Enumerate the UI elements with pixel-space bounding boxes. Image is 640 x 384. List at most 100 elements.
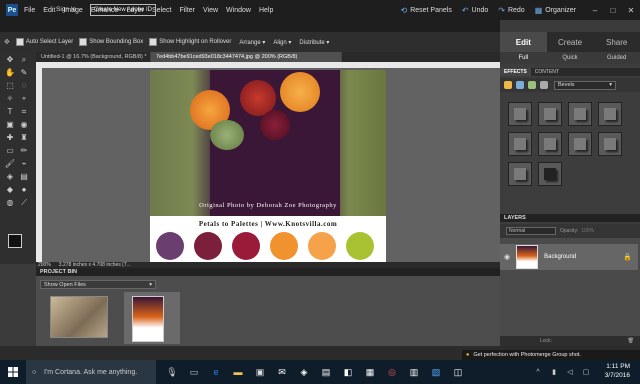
sign-in-link[interactable]: Sign In [56, 6, 76, 13]
all-effects-icon[interactable] [540, 81, 548, 89]
visibility-eye-icon[interactable]: ◉ [504, 253, 510, 261]
document-image[interactable]: Original Photo by Deborah Zoe Photograph… [150, 70, 386, 264]
tray-chevron-icon[interactable]: ^ [530, 364, 546, 380]
selection-brush-icon[interactable]: ⚬ [18, 93, 30, 104]
start-button[interactable] [0, 360, 26, 384]
bevel-thumb-10[interactable] [538, 162, 562, 186]
bevel-thumb-8[interactable] [598, 132, 622, 156]
sponge-icon[interactable]: ◍ [4, 197, 16, 208]
hand-icon[interactable]: ✋ [4, 67, 16, 78]
undo-button[interactable]: ↶ Undo [462, 6, 488, 15]
network-icon[interactable]: ▮ [546, 364, 562, 380]
effects-dropdown[interactable]: Bevels ▾ [554, 80, 616, 90]
layer-row-background[interactable]: ◉ Background 🔒 [500, 244, 638, 270]
menu-edit[interactable]: Edit [43, 7, 55, 14]
create-adobe-id-button[interactable]: Create New Adobe ID [90, 4, 156, 16]
tab-quick[interactable]: Quick [547, 52, 594, 64]
menu-file[interactable]: File [24, 7, 35, 14]
delete-layer-icon[interactable]: 🗑 [628, 338, 634, 344]
app-icon-6[interactable]: ◫ [450, 364, 466, 380]
menu-window[interactable]: Window [226, 7, 251, 14]
project-bin-dropdown[interactable]: Show Open Files ▾ [40, 280, 156, 289]
task-view-icon[interactable]: ▭ [186, 364, 202, 380]
app-icon-1[interactable]: ◈ [296, 364, 312, 380]
photoshop-elements-icon[interactable]: ▧ [428, 364, 444, 380]
bevel-thumb-7[interactable] [568, 132, 592, 156]
pencil-icon[interactable]: ✏ [18, 145, 30, 156]
tab-create[interactable]: Create [547, 32, 594, 52]
reset-panels-button[interactable]: ⟲ Reset Panels [400, 6, 451, 15]
bevel-thumb-4[interactable] [598, 102, 622, 126]
healing-icon[interactable]: ✚ [4, 132, 16, 143]
bevel-thumb-2[interactable] [538, 102, 562, 126]
recompose-icon[interactable]: ▣ [4, 119, 16, 130]
redo-button[interactable]: ↷ Redo [498, 6, 524, 15]
doc-tab-photo[interactable]: 7ed4bb47be91ced93e018c3447474.jpg @ 200%… [151, 52, 342, 62]
redeye-icon[interactable]: ◉ [18, 119, 30, 130]
filters-icon[interactable] [504, 81, 512, 89]
foreground-color-swatch[interactable] [8, 234, 22, 248]
paint-bucket-icon[interactable]: ◈ [4, 171, 16, 182]
crop-icon[interactable]: ⌗ [18, 106, 30, 117]
app-icon-2[interactable]: ▤ [318, 364, 334, 380]
edge-icon[interactable]: e [208, 364, 224, 380]
tab-effects[interactable]: EFFECTS [500, 68, 531, 76]
volume-icon[interactable]: ◁ [562, 364, 578, 380]
distribute-dropdown[interactable]: Distribute ▾ [299, 39, 329, 46]
gradient-icon[interactable]: ▤ [18, 171, 30, 182]
lasso-icon[interactable]: ◌ [18, 80, 30, 91]
bin-thumbnail-photo[interactable] [132, 296, 164, 342]
eraser-icon[interactable]: ▭ [4, 145, 16, 156]
app-icon-4[interactable]: ▦ [362, 364, 378, 380]
mail-icon[interactable]: ✉ [274, 364, 290, 380]
opacity-field[interactable]: 100% [581, 228, 594, 234]
bevel-thumb-6[interactable] [538, 132, 562, 156]
bevel-thumb-9[interactable] [508, 162, 532, 186]
blur-icon[interactable]: ● [18, 184, 30, 195]
close-button[interactable]: ✕ [622, 6, 640, 15]
menu-help[interactable]: Help [259, 7, 273, 14]
bevel-thumb-3[interactable] [568, 102, 592, 126]
doc-tab-untitled[interactable]: Untitled-1 @ 16.7% (Background, RGB/8) * [36, 52, 151, 62]
maximize-button[interactable]: □ [604, 6, 622, 15]
zoom-icon[interactable]: ⌕ [18, 54, 30, 65]
blend-mode-dropdown[interactable]: Normal [506, 227, 556, 235]
tab-content[interactable]: CONTENT [531, 68, 563, 76]
menu-filter[interactable]: Filter [179, 7, 195, 14]
organizer-button[interactable]: ▦ Organizer [535, 6, 576, 15]
brush-icon[interactable]: 🖌 [4, 158, 16, 169]
layer-styles-icon[interactable] [516, 81, 524, 89]
bin-thumbnail-untitled[interactable] [50, 296, 108, 338]
auto-select-checkbox[interactable] [15, 38, 24, 46]
straighten-icon[interactable]: ⟋ [18, 197, 30, 208]
store-icon[interactable]: ▣ [252, 364, 268, 380]
clone-stamp-icon[interactable]: ♜ [18, 132, 30, 143]
cortana-search-box[interactable]: ○ I'm Cortana. Ask me anything. [26, 360, 156, 384]
magic-wand-icon[interactable]: ✧ [4, 93, 16, 104]
bevel-thumb-1[interactable] [508, 102, 532, 126]
menu-view[interactable]: View [203, 7, 218, 14]
notification-icon[interactable]: ▢ [578, 364, 594, 380]
app-icon-3[interactable]: ◧ [340, 364, 356, 380]
file-explorer-icon[interactable]: ▬ [230, 364, 246, 380]
tab-full[interactable]: Full [500, 52, 547, 64]
align-dropdown[interactable]: Align ▾ [273, 39, 291, 46]
bounding-box-checkbox[interactable] [79, 38, 88, 46]
move-icon[interactable]: ✥ [4, 54, 16, 65]
eyedropper-icon[interactable]: ✎ [18, 67, 30, 78]
photo-effects-icon[interactable] [528, 81, 536, 89]
chrome-icon[interactable]: ◎ [384, 364, 400, 380]
app-icon-5[interactable]: ▥ [406, 364, 422, 380]
type-icon[interactable]: T [4, 106, 16, 117]
shape-icon[interactable]: ◆ [4, 184, 16, 195]
highlight-checkbox[interactable] [149, 38, 158, 46]
bevel-thumb-5[interactable] [508, 132, 532, 156]
microphone-icon[interactable]: 🎙 [164, 364, 180, 380]
tab-share[interactable]: Share [593, 32, 640, 52]
smart-brush-icon[interactable]: ⌁ [18, 158, 30, 169]
taskbar-clock[interactable]: 1:11 PM 3/7/2016 [605, 362, 630, 380]
tab-edit[interactable]: Edit [500, 32, 547, 52]
tab-guided[interactable]: Guided [593, 52, 640, 64]
marquee-icon[interactable]: ⬚ [4, 80, 16, 91]
minimize-button[interactable]: – [586, 6, 604, 15]
